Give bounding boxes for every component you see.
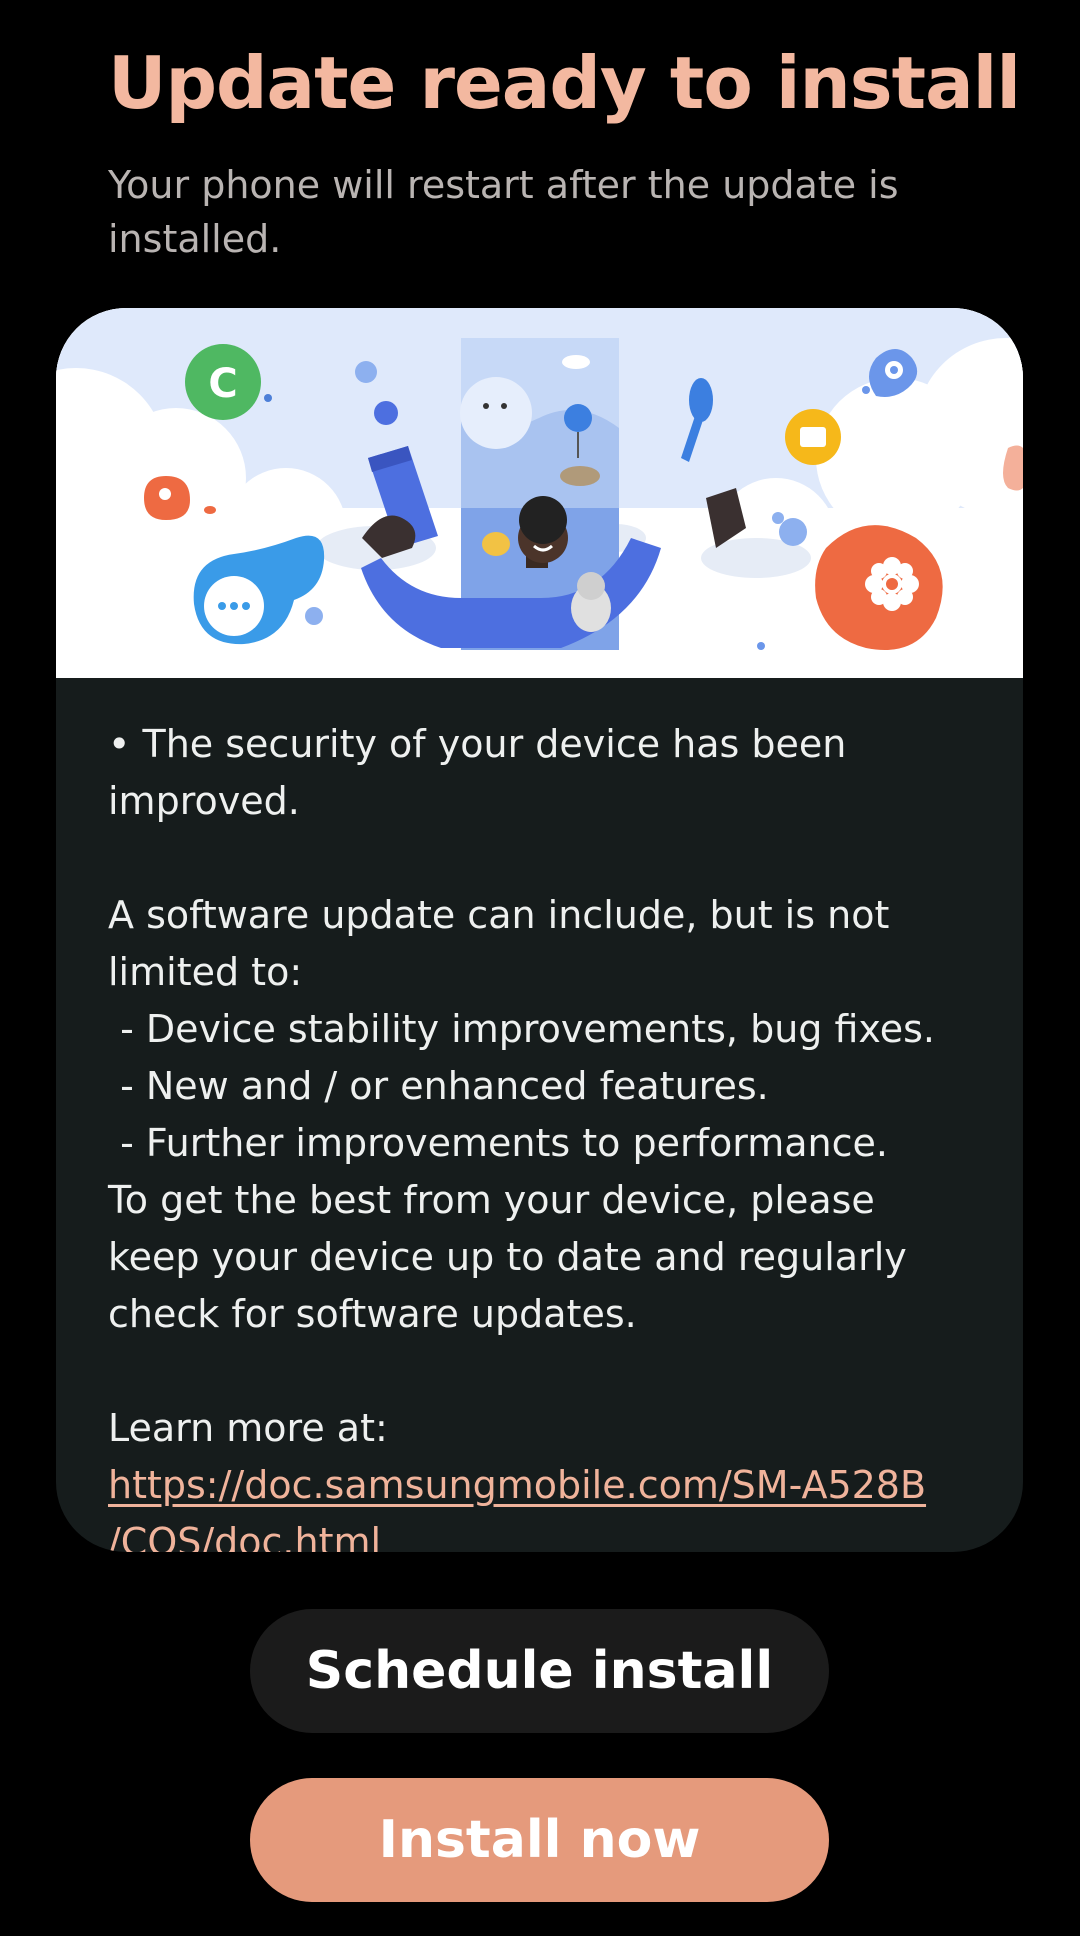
update-illustration: C [56,308,1023,678]
release-note-line: - Device stability improvements, bug fix… [108,1007,936,1051]
release-note-line: check for software updates. [108,1292,637,1336]
release-note-line: - Further improvements to performance. [108,1121,888,1165]
release-note-line: A software update can include, but is no… [108,893,890,937]
release-note-line: - New and / or enhanced features. [108,1064,769,1108]
learn-more-link-line[interactable]: https://doc.samsungmobile.com/SM-A528B [108,1463,926,1507]
release-note-line: improved. [108,779,300,823]
learn-more-link-line[interactable]: /COS/doc.html [108,1520,381,1552]
release-note-line: To get the best from your device, please [108,1178,875,1222]
page-title: Update ready to install [108,41,1021,125]
phone-icon: C [185,344,261,420]
learn-more-link[interactable]: https://doc.samsungmobile.com/SM-A528B /… [108,1457,1008,1552]
release-note-line: limited to: [108,950,303,994]
page-subtitle: Your phone will restart after the update… [108,163,899,261]
update-details-card[interactable]: C • The security of your device has been… [56,308,1023,1552]
learn-more-label: Learn more at: [108,1406,388,1450]
release-notes: • The security of your device has been i… [108,716,1008,1552]
release-note-line: • The security of your device has been [108,722,847,766]
svg-text:C: C [208,361,237,407]
schedule-install-button[interactable]: Schedule install [250,1609,829,1733]
install-now-button[interactable]: Install now [250,1778,829,1902]
folder-icon [785,409,841,465]
release-note-line: keep your device up to date and regularl… [108,1235,907,1279]
